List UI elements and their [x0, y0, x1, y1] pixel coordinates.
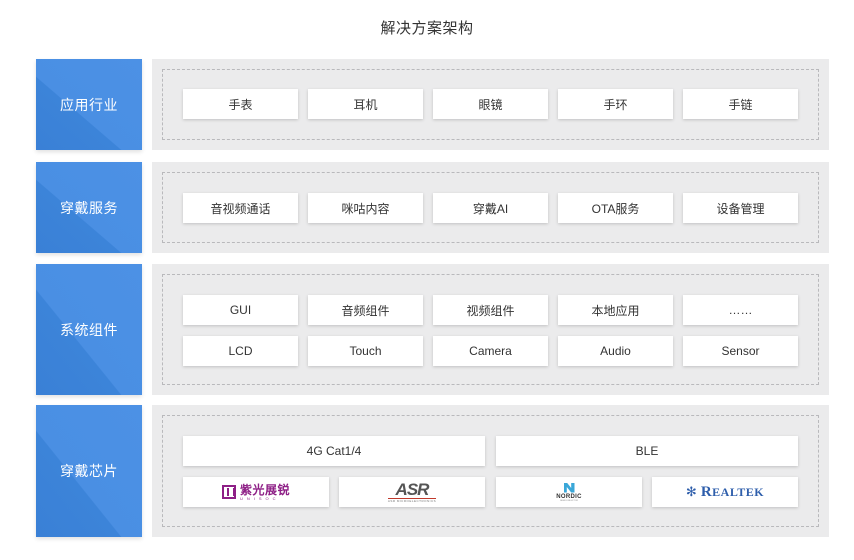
vendor-cell-asr: ASR ASR MICROELECTRONICS — [339, 477, 485, 507]
layer-system-components: 系统组件 GUI 音频组件 视频组件 本地应用 …… LCD Touch Cam… — [36, 264, 829, 395]
item-cell: …… — [683, 295, 798, 325]
unisoc-mark-icon — [221, 485, 236, 499]
dashed-frame — [162, 415, 819, 527]
chip-category-cell: BLE — [496, 436, 798, 466]
vendor-cell-realtek: ✻ REALTEK — [652, 477, 798, 507]
item-cell: Audio — [558, 336, 673, 366]
layer-wearable-chips: 穿戴芯片 4G Cat1/4 BLE 紫光展锐 UNISOC ASR ASR M… — [36, 405, 829, 537]
item-cell: 视频组件 — [433, 295, 548, 325]
asr-logo: ASR ASR MICROELECTRONICS — [387, 480, 437, 503]
nordic-mark-icon — [563, 482, 575, 493]
realtek-initial: R — [700, 483, 713, 500]
item-cell: 本地应用 — [558, 295, 673, 325]
layer-wearable-services: 穿戴服务 音视频通话 咪咕内容 穿戴AI OTA服务 设备管理 — [36, 162, 829, 253]
realtek-crab-icon: ✻ — [685, 484, 697, 499]
layer-panel: 4G Cat1/4 BLE 紫光展锐 UNISOC ASR ASR MICROE… — [152, 405, 829, 537]
item-cell: 音视频通话 — [183, 193, 298, 223]
unisoc-cn-text: 紫光展锐 — [239, 482, 290, 497]
item-cell: 穿戴AI — [433, 193, 548, 223]
nordic-logo: NORDIC SEMICONDUCTOR — [556, 482, 581, 502]
item-cell: 耳机 — [308, 89, 423, 119]
item-cell: 音频组件 — [308, 295, 423, 325]
dashed-frame — [162, 274, 819, 385]
item-cell: LCD — [183, 336, 298, 366]
vendor-cell-unisoc: 紫光展锐 UNISOC — [183, 477, 329, 507]
layer-panel: GUI 音频组件 视频组件 本地应用 …… LCD Touch Camera A… — [152, 264, 829, 395]
item-cell: 手表 — [183, 89, 298, 119]
layer-label: 应用行业 — [36, 59, 142, 150]
item-cell: Touch — [308, 336, 423, 366]
item-cell: 设备管理 — [683, 193, 798, 223]
realtek-logo: ✻ REALTEK — [686, 484, 764, 501]
item-cell: OTA服务 — [558, 193, 673, 223]
layer-label: 穿戴芯片 — [36, 405, 142, 537]
layer-application: 应用行业 手表 耳机 眼镜 手环 手链 — [36, 59, 829, 150]
layer-panel: 手表 耳机 眼镜 手环 手链 — [152, 59, 829, 150]
item-cell: 咪咕内容 — [308, 193, 423, 223]
asr-sub-text: ASR MICROELECTRONICS — [387, 498, 437, 503]
realtek-text: EALTEK — [712, 484, 765, 499]
nordic-sub-text: SEMICONDUCTOR — [560, 499, 578, 502]
item-cell: 手链 — [683, 89, 798, 119]
item-cell: GUI — [183, 295, 298, 325]
item-cell: 眼镜 — [433, 89, 548, 119]
unisoc-en-text: UNISOC — [239, 495, 280, 501]
item-cell: Sensor — [683, 336, 798, 366]
diagram-title: 解决方案架构 — [380, 20, 474, 37]
vendor-cell-nordic: NORDIC SEMICONDUCTOR — [496, 477, 642, 507]
unisoc-logo: 紫光展锐 UNISOC — [221, 482, 290, 501]
chip-category-cell: 4G Cat1/4 — [183, 436, 485, 466]
layer-label: 穿戴服务 — [36, 162, 142, 253]
item-cell: 手环 — [558, 89, 673, 119]
asr-text: ASR — [395, 480, 430, 499]
layer-panel: 音视频通话 咪咕内容 穿戴AI OTA服务 设备管理 — [152, 162, 829, 253]
layer-label: 系统组件 — [36, 264, 142, 395]
item-cell: Camera — [433, 336, 548, 366]
